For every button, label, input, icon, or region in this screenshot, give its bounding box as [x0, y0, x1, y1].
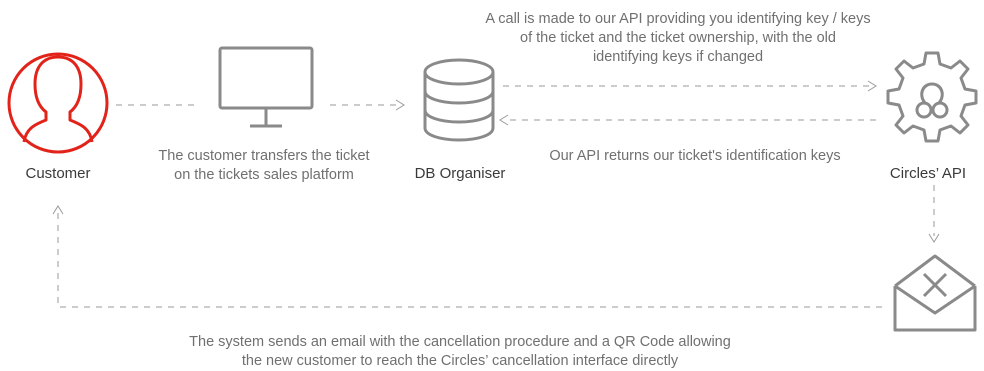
- monitor-icon: [218, 46, 314, 128]
- transfer-annotation: The customer transfers the ticket on the…: [124, 147, 404, 185]
- customer-label: Customer: [25, 165, 91, 182]
- api-call-annotation: A call is made to our API providing you …: [440, 10, 916, 67]
- api-return-annotation: Our API returns our ticket's identificat…: [549, 148, 841, 164]
- envelope-icon: [893, 254, 977, 332]
- api-call-line-3: identifying keys if changed: [592, 49, 764, 65]
- user-icon: [7, 52, 109, 154]
- transfer-line-2: on the tickets sales platform: [174, 167, 354, 183]
- transfer-line-1: The customer transfers the ticket: [158, 148, 370, 164]
- api-call-line-2: of the ticket and the ticket ownership, …: [520, 30, 836, 46]
- connectors: [57, 85, 935, 308]
- email-line-1: The system sends an email with the cance…: [189, 334, 731, 350]
- db-organiser-label: DB Organiser: [414, 165, 506, 182]
- api-call-line-1: A call is made to our API providing you …: [485, 11, 871, 27]
- database-icon: [423, 58, 495, 142]
- email-annotation: The system sends an email with the cance…: [140, 333, 780, 371]
- email-line-2: the new customer to reach the Circles’ c…: [241, 353, 679, 369]
- circles-api-label: Circles’ API: [889, 165, 967, 182]
